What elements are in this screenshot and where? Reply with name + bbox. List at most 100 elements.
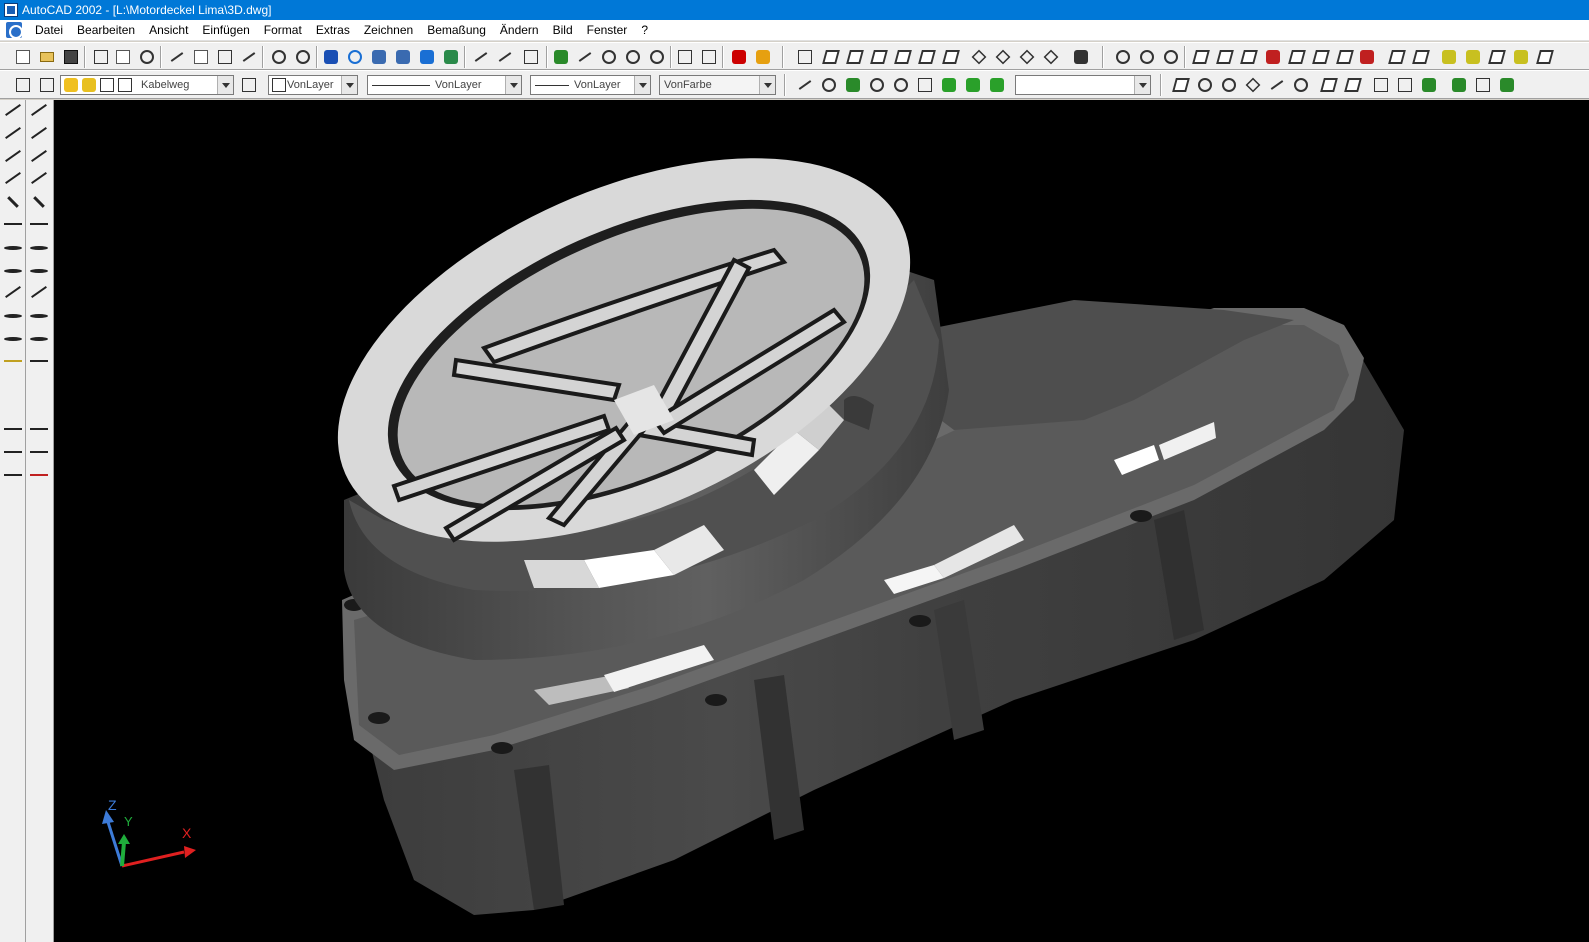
layer-on-icon[interactable] xyxy=(62,76,80,94)
break-at-point-icon[interactable] xyxy=(30,405,48,423)
layer-previous-icon[interactable] xyxy=(38,76,56,94)
array-icon[interactable] xyxy=(30,196,48,218)
explode-icon[interactable] xyxy=(30,473,48,492)
ellipse-icon[interactable] xyxy=(4,314,22,332)
shade-icon[interactable] xyxy=(1440,48,1458,66)
matchprop-icon[interactable] xyxy=(240,48,258,66)
menu-fenster[interactable]: Fenster xyxy=(580,20,635,41)
section-icon[interactable] xyxy=(1264,48,1282,66)
plotstyle-combo[interactable]: VonFarbe xyxy=(659,75,776,95)
trim-icon[interactable] xyxy=(30,337,48,355)
extrude-solid-icon[interactable] xyxy=(1320,76,1338,94)
named-view-combo[interactable] xyxy=(1015,75,1151,95)
dbconnect2-icon[interactable] xyxy=(394,48,412,66)
menu-aendern[interactable]: Ändern xyxy=(493,20,546,41)
copy-icon[interactable] xyxy=(30,126,48,150)
shade4-icon[interactable] xyxy=(1512,48,1530,66)
region-icon[interactable] xyxy=(4,451,22,469)
drawing-area[interactable]: X Y Z xyxy=(54,100,1589,942)
chevron-down-icon[interactable] xyxy=(634,76,650,94)
globe2-icon[interactable] xyxy=(442,48,460,66)
ring-icon[interactable] xyxy=(1114,48,1132,66)
view-top-icon[interactable] xyxy=(822,48,840,66)
globe-icon[interactable] xyxy=(418,48,436,66)
iso-se-icon[interactable] xyxy=(994,48,1012,66)
iso-ne-icon[interactable] xyxy=(1018,48,1036,66)
menu-einfuegen[interactable]: Einfügen xyxy=(195,20,256,41)
ellipse-arc-icon[interactable] xyxy=(4,337,22,355)
insert-block-icon[interactable] xyxy=(4,359,22,378)
sphere-icon[interactable] xyxy=(1196,76,1214,94)
extrude-icon[interactable] xyxy=(1192,48,1210,66)
chevron-down-icon[interactable] xyxy=(505,76,521,94)
print-preview-icon[interactable] xyxy=(114,48,132,66)
menu-ansicht[interactable]: Ansicht xyxy=(142,20,195,41)
zoom-realtime-icon[interactable] xyxy=(600,48,618,66)
box-icon[interactable] xyxy=(1172,76,1190,94)
interfere-icon[interactable] xyxy=(1288,48,1306,66)
cut-icon[interactable] xyxy=(168,48,186,66)
polygon-icon[interactable] xyxy=(4,196,22,218)
face-icon[interactable] xyxy=(1388,48,1406,66)
3d-clip-icon[interactable] xyxy=(940,76,958,94)
erase-icon[interactable] xyxy=(30,104,48,127)
layer-freeze-icon[interactable] xyxy=(80,76,98,94)
new-file-icon[interactable] xyxy=(14,48,32,66)
mirror-icon[interactable] xyxy=(30,149,48,173)
dbconnect-icon[interactable] xyxy=(370,48,388,66)
chamfer-icon[interactable] xyxy=(30,428,48,446)
chevron-down-icon[interactable] xyxy=(341,76,357,94)
view-right-icon[interactable] xyxy=(894,48,912,66)
menu-bearbeiten[interactable]: Bearbeiten xyxy=(70,20,142,41)
xline-icon[interactable] xyxy=(4,126,22,150)
sparkle-icon[interactable] xyxy=(754,48,772,66)
shade5-icon[interactable] xyxy=(1536,48,1554,66)
hatch-icon[interactable] xyxy=(4,428,22,446)
offset-icon[interactable] xyxy=(30,172,48,195)
move-icon[interactable] xyxy=(30,223,48,241)
point-icon[interactable] xyxy=(4,405,22,423)
view-back-icon[interactable] xyxy=(942,48,960,66)
intersect-icon[interactable] xyxy=(1358,48,1376,66)
cone-icon[interactable] xyxy=(1244,76,1262,94)
shade2-icon[interactable] xyxy=(1464,48,1482,66)
setup-view-icon[interactable] xyxy=(1474,76,1492,94)
interfere-solid-icon[interactable] xyxy=(1420,76,1438,94)
menu-bild[interactable]: Bild xyxy=(546,20,580,41)
find-icon[interactable] xyxy=(138,48,156,66)
union-icon[interactable] xyxy=(1312,48,1330,66)
3d-back-clip-icon[interactable] xyxy=(988,76,1006,94)
setup-drawing-icon[interactable] xyxy=(1450,76,1468,94)
3d-model-viewport[interactable] xyxy=(54,100,1589,942)
layer-color-icon[interactable] xyxy=(116,76,134,94)
3dorbit-icon[interactable] xyxy=(552,48,570,66)
section-solid-icon[interactable] xyxy=(1396,76,1414,94)
paste-icon[interactable] xyxy=(216,48,234,66)
make-block-icon[interactable] xyxy=(4,383,22,401)
make-current-layer-icon[interactable] xyxy=(240,76,258,94)
pan-icon[interactable] xyxy=(576,48,594,66)
layer-manager-icon[interactable] xyxy=(14,76,32,94)
view-front-icon[interactable] xyxy=(918,48,936,66)
wedge-icon[interactable] xyxy=(1268,76,1286,94)
3d-continuous-orbit-icon[interactable] xyxy=(868,76,886,94)
lineweight-combo[interactable]: VonLayer xyxy=(530,75,651,95)
arc-icon[interactable] xyxy=(4,245,22,264)
menu-datei[interactable]: Datei xyxy=(28,20,70,41)
open-file-icon[interactable] xyxy=(38,48,56,66)
3d-swivel-icon[interactable] xyxy=(892,76,910,94)
ucs-icon[interactable] xyxy=(472,48,490,66)
zoom-previous-icon[interactable] xyxy=(648,48,666,66)
menu-help[interactable]: ? xyxy=(634,20,655,41)
chevron-down-icon[interactable] xyxy=(759,76,775,94)
iso-sw-icon[interactable] xyxy=(970,48,988,66)
face2-icon[interactable] xyxy=(1412,48,1430,66)
fillet-icon[interactable] xyxy=(30,451,48,469)
text-icon[interactable] xyxy=(4,473,22,492)
torus-icon[interactable] xyxy=(1292,76,1310,94)
3d-pan-icon[interactable] xyxy=(796,76,814,94)
color-swatch-icon[interactable] xyxy=(270,76,288,94)
break-icon[interactable] xyxy=(30,383,48,401)
revolve-solid-icon[interactable] xyxy=(1344,76,1362,94)
menu-zeichnen[interactable]: Zeichnen xyxy=(357,20,420,41)
